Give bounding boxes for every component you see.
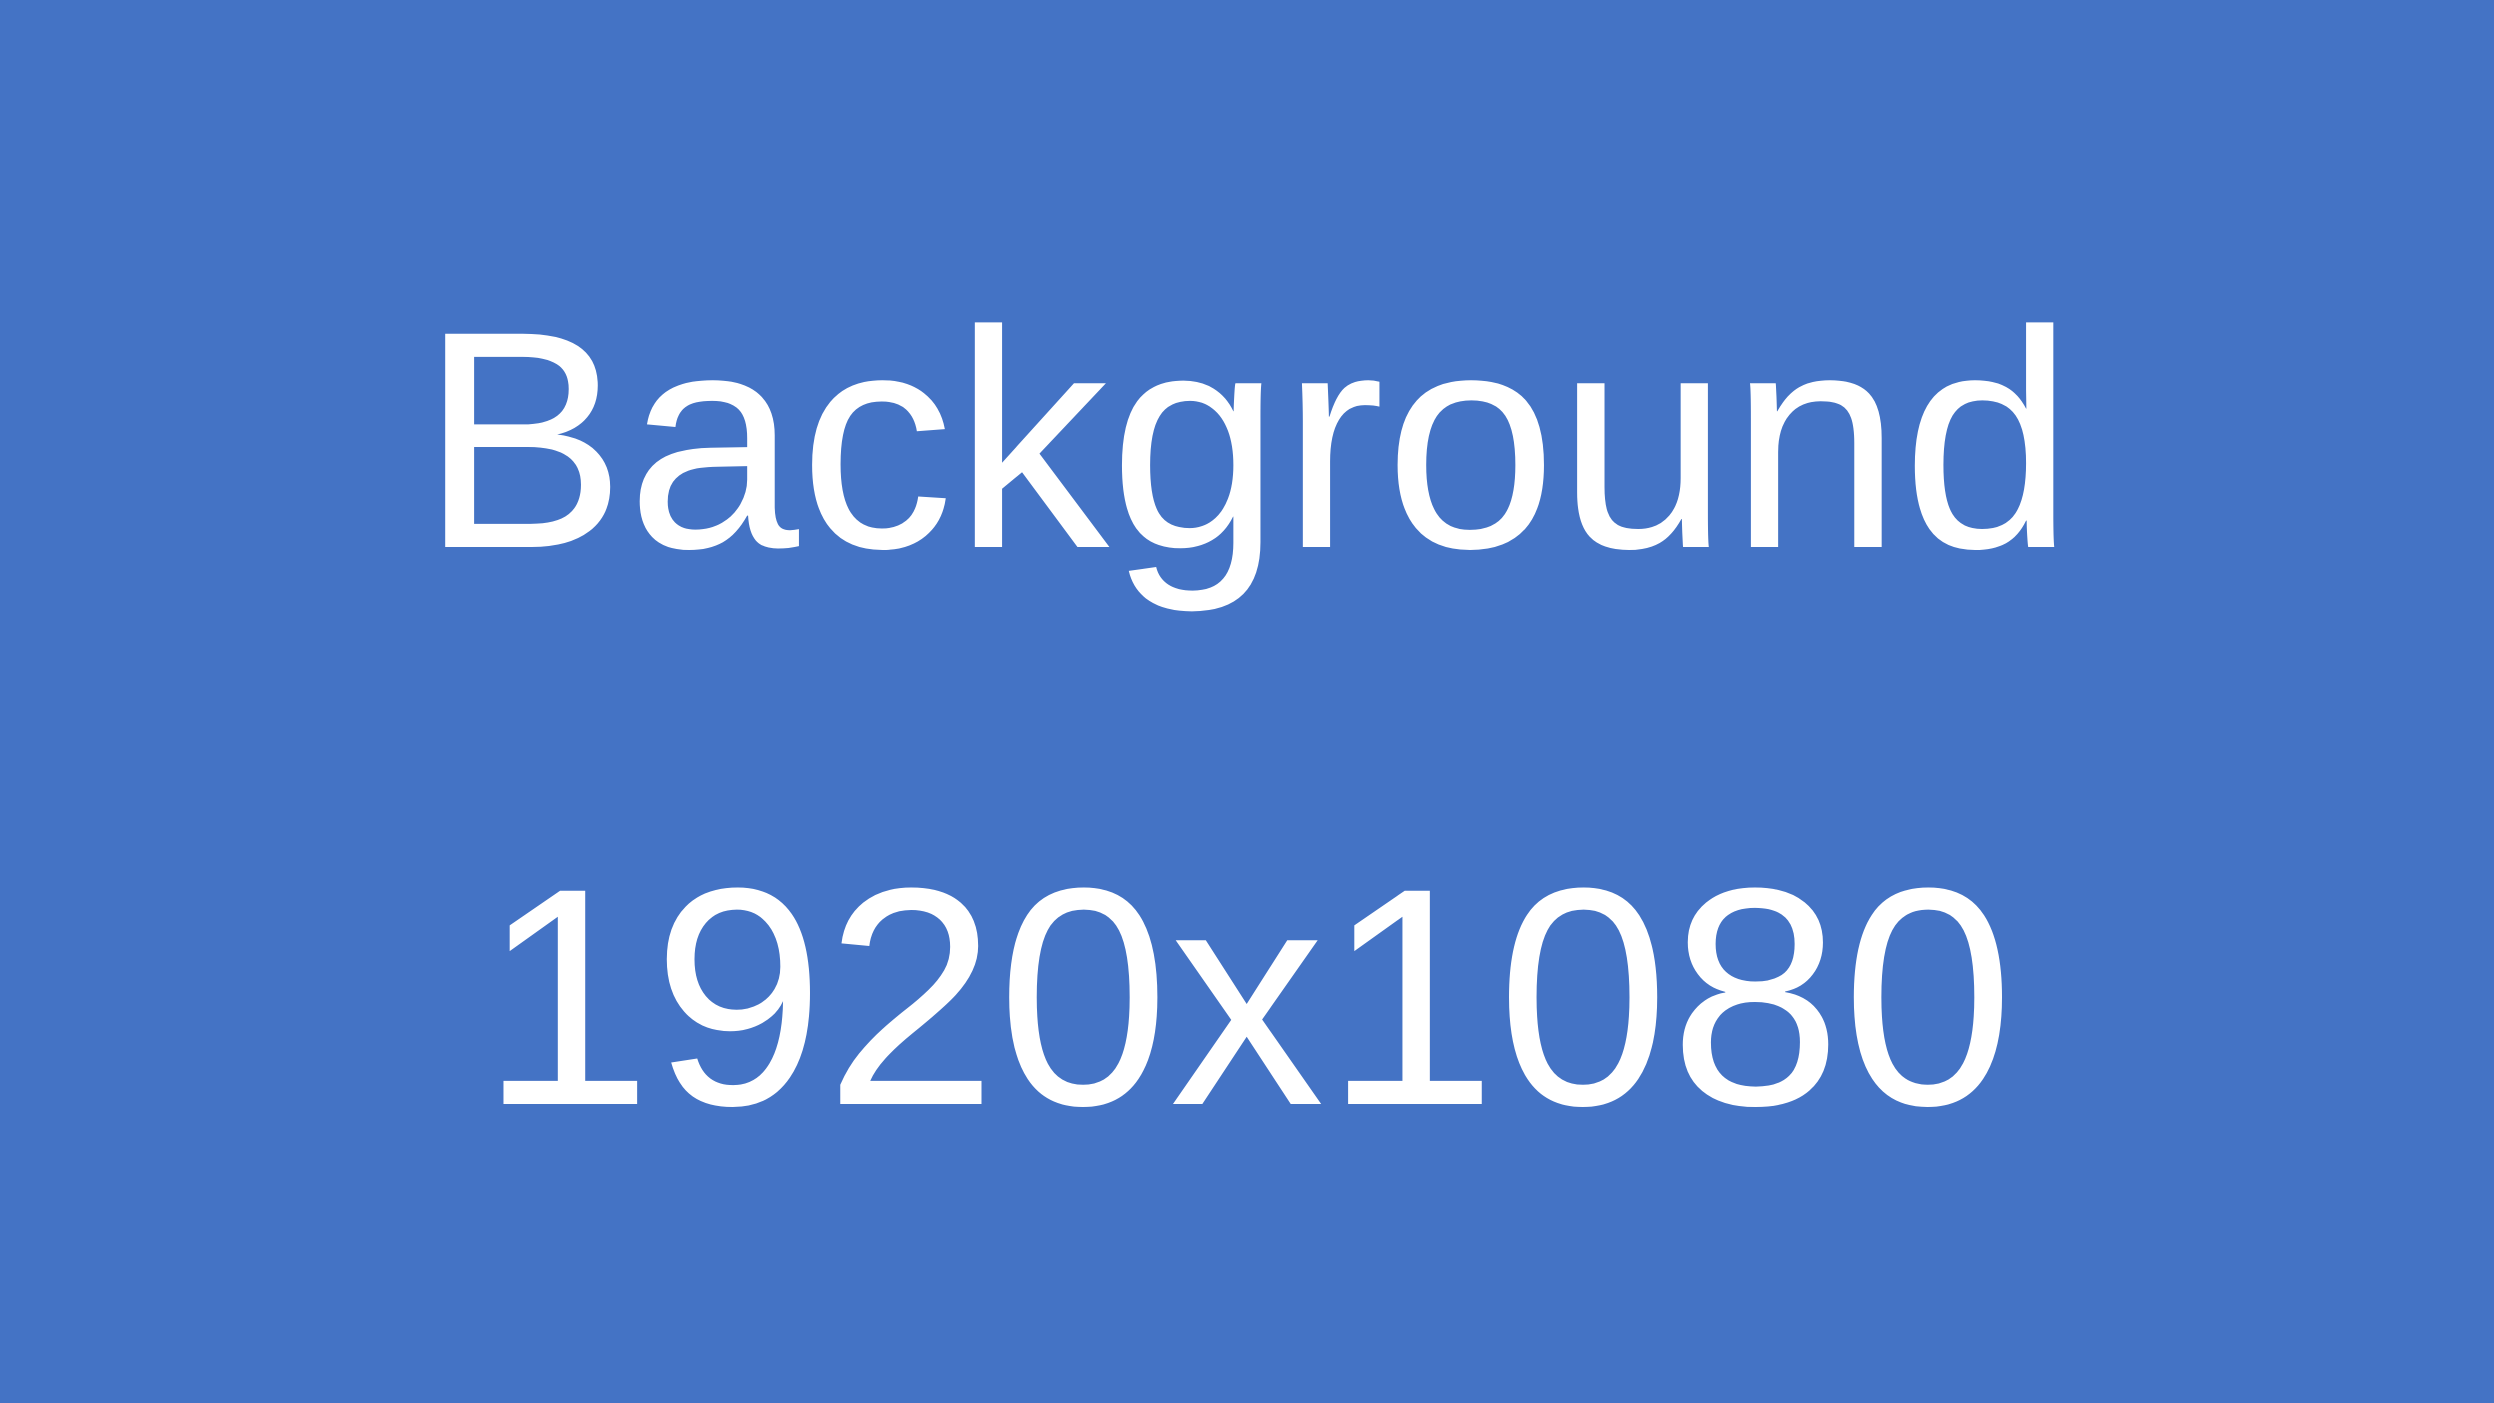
placeholder-canvas: Background 1920x1080 <box>0 0 2494 1403</box>
placeholder-label: Background <box>419 266 2075 613</box>
placeholder-dimensions: 1920x1080 <box>479 823 2015 1170</box>
